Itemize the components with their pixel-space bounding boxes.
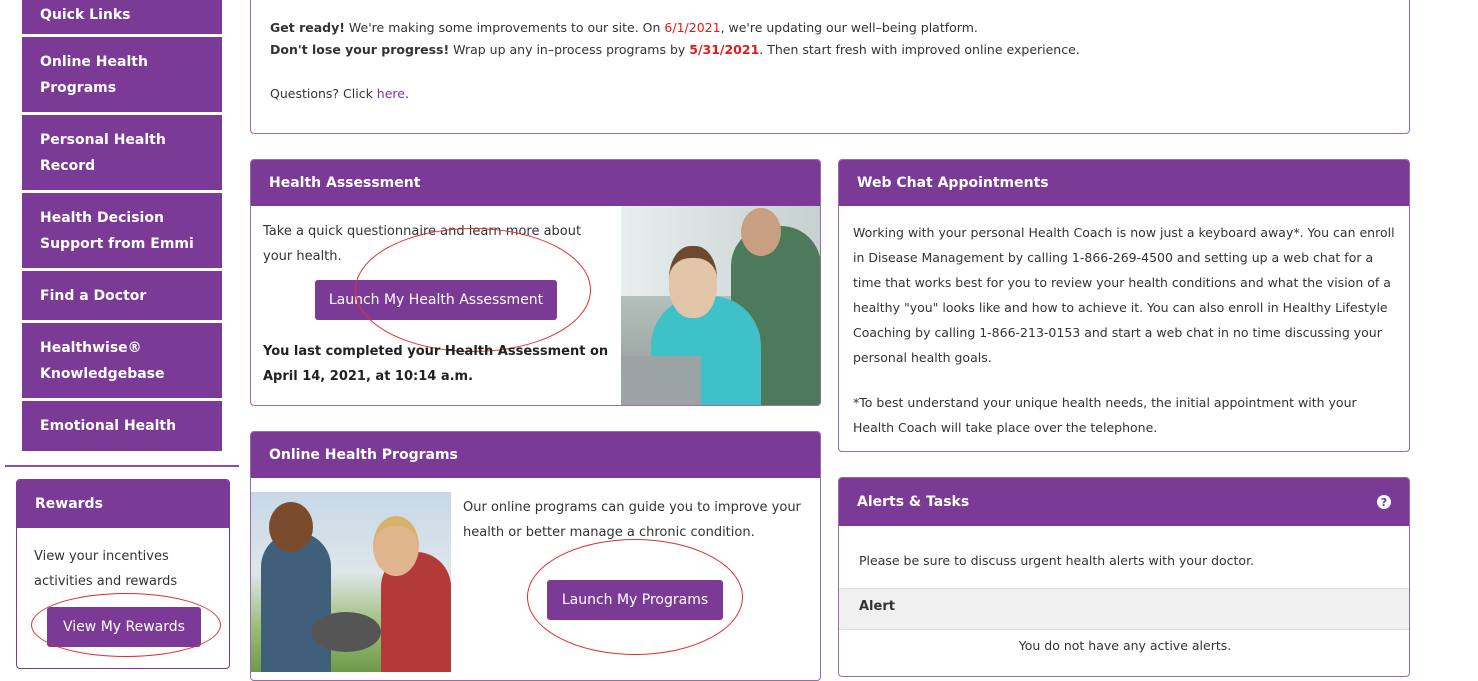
alerts-table-header: Alert bbox=[839, 588, 1409, 630]
sidebar-item-label: Quick Links bbox=[40, 7, 131, 23]
notice-text-2a: Wrap up any in–process programs by bbox=[449, 42, 690, 57]
rewards-title: Rewards bbox=[17, 480, 229, 528]
programs-photo bbox=[251, 492, 451, 672]
sidebar-item-online-health-programs[interactable]: Online Health Programs bbox=[22, 37, 222, 115]
photo-head-woman-shape bbox=[669, 246, 717, 318]
web-chat-para2: *To best understand your unique health n… bbox=[853, 395, 1357, 435]
site-notice-panel: Get ready! We're making some improvement… bbox=[250, 0, 1410, 134]
notice-date-1: 6/1/2021 bbox=[664, 20, 721, 35]
launch-my-programs-button[interactable]: Launch My Programs bbox=[547, 580, 723, 620]
alerts-empty-message: You do not have any active alerts. bbox=[1018, 638, 1232, 653]
alerts-col-header: Alert bbox=[859, 599, 895, 614]
sidebar-item-label: Personal Health Record bbox=[40, 131, 166, 174]
sidebar-item-label: Find a Doctor bbox=[40, 287, 147, 304]
sidebar-item-label: Online Health Programs bbox=[40, 53, 148, 96]
web-chat-para1: Working with your personal Health Coach … bbox=[853, 225, 1395, 365]
notice-questions: Questions? Click bbox=[270, 86, 377, 101]
sidebar-item-label: Healthwise® Knowledgebase bbox=[40, 339, 165, 382]
photo-woman1-shape bbox=[261, 532, 331, 672]
programs-title: Online Health Programs bbox=[251, 432, 820, 478]
notice-text-1a: We're making some improvements to our si… bbox=[344, 20, 665, 35]
health-assessment-panel: Health Assessment Take a quick questionn… bbox=[250, 159, 821, 406]
view-my-rewards-button[interactable]: View My Rewards bbox=[47, 607, 201, 647]
photo-head2-shape bbox=[373, 516, 419, 576]
sidebar-item-label: Emotional Health bbox=[40, 418, 177, 434]
notice-text-1b: , we're updating our well–being platform… bbox=[720, 20, 978, 35]
sidebar-item-find-a-doctor[interactable]: Find a Doctor bbox=[22, 271, 222, 323]
web-chat-panel: Web Chat Appointments Working with your … bbox=[838, 159, 1410, 452]
programs-text: Our online programs can guide you to imp… bbox=[463, 500, 801, 540]
sidebar-nav: Quick Links Online Health Programs Perso… bbox=[22, 0, 222, 454]
help-icon[interactable]: ? bbox=[1377, 495, 1391, 509]
launch-health-assessment-button[interactable]: Launch My Health Assessment bbox=[315, 280, 557, 320]
photo-head-man-shape bbox=[741, 208, 781, 256]
photo-shoe-shape bbox=[311, 612, 381, 652]
notice-text: Get ready! We're making some improvement… bbox=[270, 17, 1080, 105]
notice-period: . bbox=[404, 86, 409, 101]
rewards-panel: Rewards View your incentives activities … bbox=[16, 479, 230, 669]
photo-head1-shape bbox=[269, 502, 313, 552]
online-health-programs-panel: Online Health Programs Our online progra… bbox=[250, 431, 821, 681]
health-assessment-photo bbox=[621, 206, 820, 405]
sidebar-item-healthwise[interactable]: Healthwise® Knowledgebase bbox=[22, 323, 222, 401]
sidebar-item-label: Health Decision Support from Emmi bbox=[40, 209, 194, 252]
rewards-text: View your incentives activities and rewa… bbox=[34, 549, 178, 589]
sidebar-item-emotional-health[interactable]: Emotional Health bbox=[22, 401, 222, 454]
alerts-tasks-panel: Alerts & Tasks ? Please be sure to discu… bbox=[838, 477, 1410, 677]
notice-here-link[interactable]: here bbox=[377, 86, 405, 101]
health-assessment-text: Take a quick questionnaire and learn mor… bbox=[263, 224, 582, 264]
health-assessment-title: Health Assessment bbox=[251, 160, 820, 206]
alerts-title-bar: Alerts & Tasks ? bbox=[839, 478, 1409, 526]
sidebar-item-quick-links[interactable]: Quick Links bbox=[22, 0, 222, 37]
web-chat-title: Web Chat Appointments bbox=[839, 160, 1409, 206]
sidebar-item-personal-health-record[interactable]: Personal Health Record bbox=[22, 115, 222, 193]
sidebar-item-health-decision-support[interactable]: Health Decision Support from Emmi bbox=[22, 193, 222, 271]
notice-text-2b: . Then start fresh with improved online … bbox=[759, 42, 1080, 57]
notice-date-2: 5/31/2021 bbox=[689, 42, 760, 57]
sidebar-divider bbox=[5, 465, 239, 467]
photo-laptop-shape bbox=[621, 356, 701, 405]
alerts-title: Alerts & Tasks bbox=[857, 494, 970, 510]
notice-bold-2: Don't lose your progress! bbox=[270, 42, 450, 57]
health-assessment-completed: You last completed your Health Assessmen… bbox=[263, 344, 609, 384]
alerts-text: Please be sure to discuss urgent health … bbox=[859, 553, 1255, 568]
notice-bold-1: Get ready! bbox=[270, 20, 345, 35]
